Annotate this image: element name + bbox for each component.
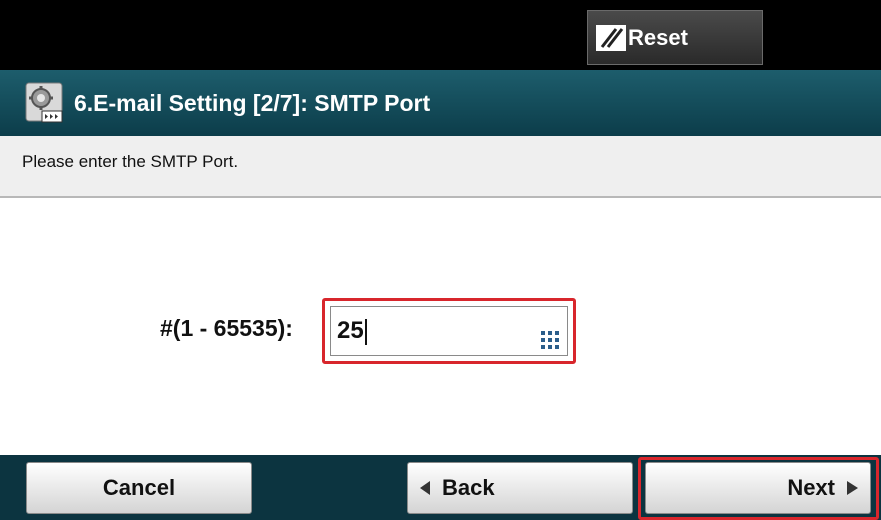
keypad-icon[interactable] [540, 330, 560, 350]
printer-panel-screen: Reset 6.E-mail Setting [2/7]: SMTP Port … [0, 0, 881, 520]
top-bar: Reset [0, 0, 881, 70]
instruction-text: Please enter the SMTP Port. [22, 152, 239, 171]
back-button[interactable]: Back [407, 462, 633, 514]
text-cursor [364, 318, 367, 345]
next-highlight-box [638, 457, 879, 520]
cancel-label: Cancel [102, 475, 176, 500]
page-title: 6.E-mail Setting [2/7]: SMTP Port [74, 89, 431, 116]
port-field-label: #(1 - 65535): [160, 315, 293, 341]
reset-label: Reset [628, 24, 688, 50]
smtp-port-value: 25 [337, 317, 364, 344]
back-label: Back [442, 475, 495, 500]
reset-button[interactable]: Reset [587, 10, 763, 65]
smtp-port-input[interactable]: 25 [330, 306, 568, 356]
instruction-bar: Please enter the SMTP Port. [0, 136, 881, 198]
settings-gear-icon [24, 81, 66, 125]
reset-icon [596, 24, 626, 51]
title-bar: 6.E-mail Setting [2/7]: SMTP Port [0, 70, 881, 136]
back-arrow-icon [420, 481, 430, 495]
cancel-button[interactable]: Cancel [26, 462, 252, 514]
